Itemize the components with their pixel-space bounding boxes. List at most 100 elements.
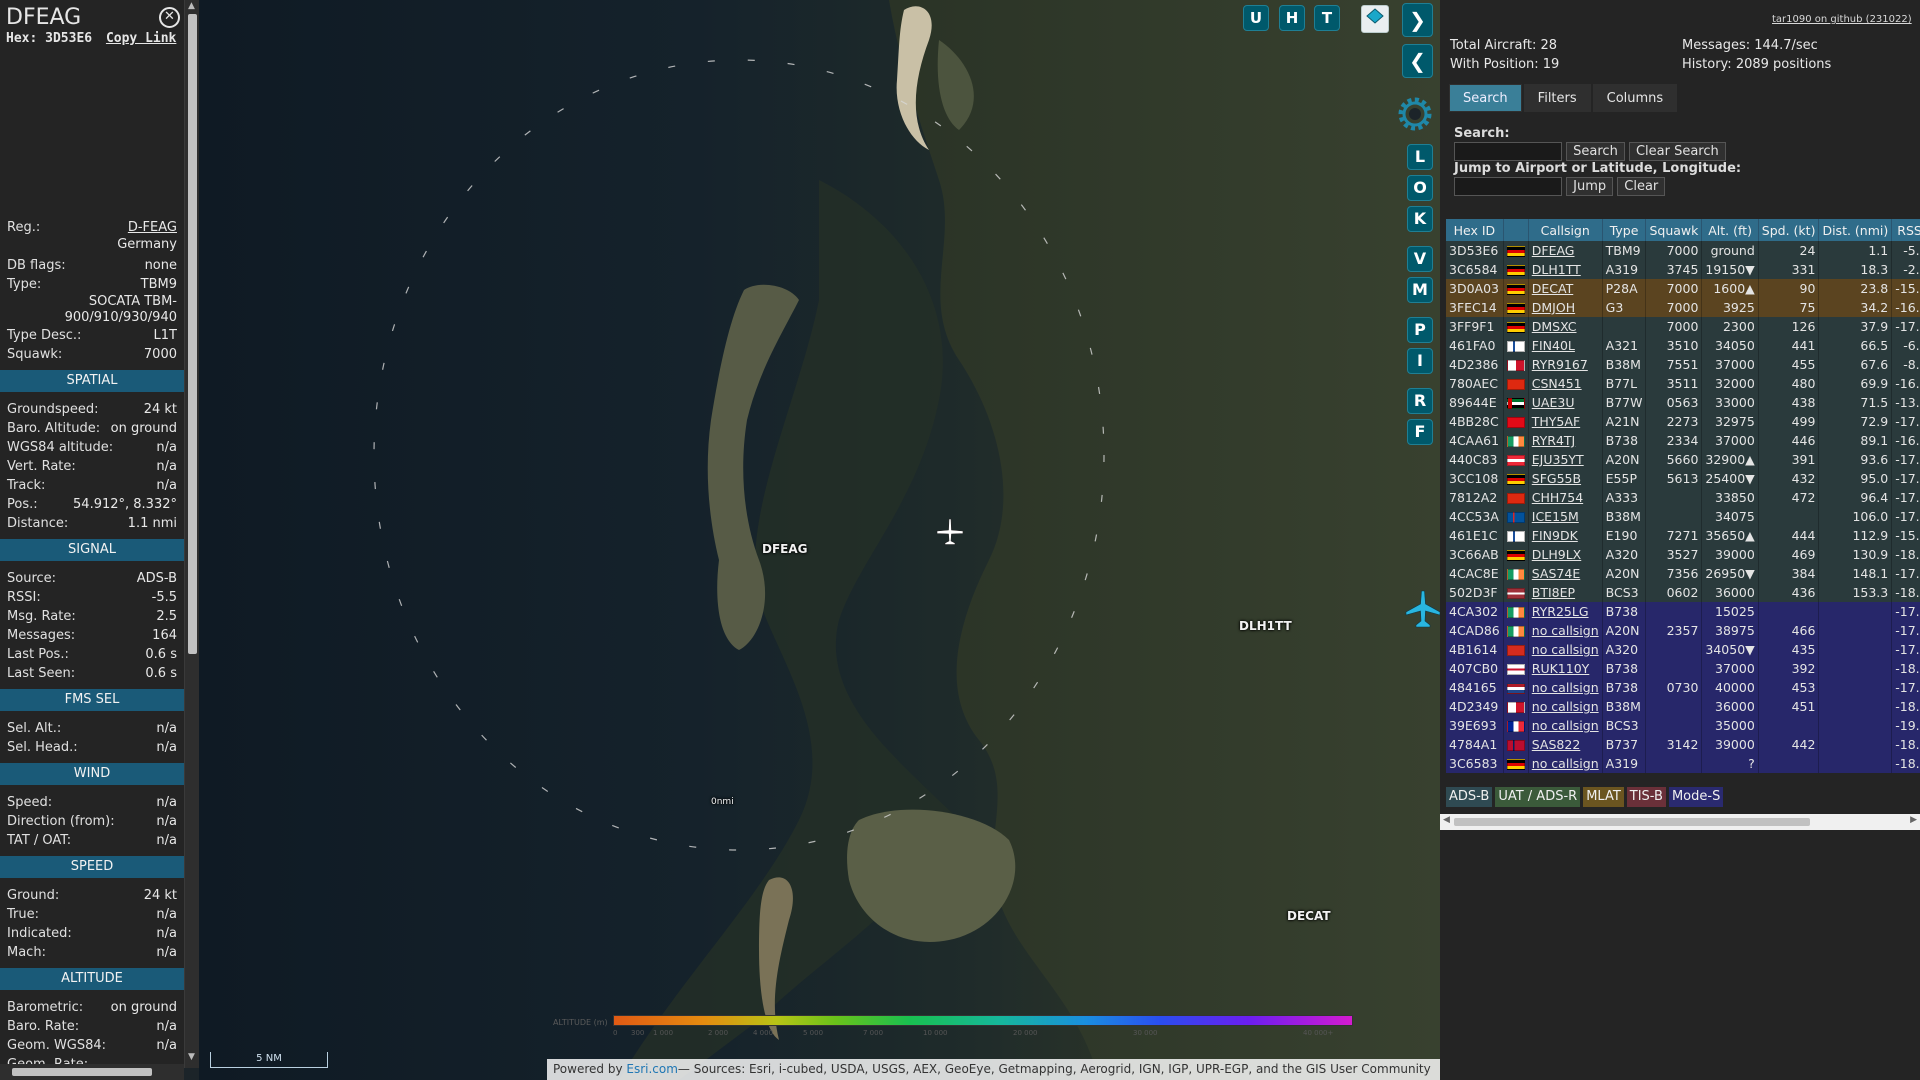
- callsign-cell[interactable]: RYR4TJ: [1528, 431, 1603, 450]
- callsign-cell[interactable]: no callsign: [1528, 697, 1603, 716]
- table-row[interactable]: 7812A2 CHH754A333 3385047296.4-17.8: [1446, 488, 1920, 507]
- column-header[interactable]: Type: [1602, 219, 1647, 241]
- callsign-cell[interactable]: DMSXC: [1528, 317, 1603, 336]
- scroll-up-icon[interactable]: ▲: [188, 1, 195, 11]
- table-row[interactable]: 89644E UAE3UB77W05633300043871.5-13.1: [1446, 393, 1920, 412]
- column-header[interactable]: Hex ID: [1446, 219, 1504, 241]
- esri-link[interactable]: Esri.com: [626, 1062, 678, 1076]
- callsign-cell[interactable]: SFG55B: [1528, 469, 1603, 488]
- callsign-cell[interactable]: SAS822: [1528, 735, 1603, 754]
- callsign-cell[interactable]: DECAT: [1528, 279, 1603, 298]
- aircraft-label[interactable]: DLH1TT: [1239, 619, 1292, 633]
- table-row[interactable]: 39E693 no callsignBCS3 35000 -19.5: [1446, 716, 1920, 735]
- scroll-down-icon[interactable]: ▼: [188, 1052, 195, 1062]
- column-header[interactable]: Callsign: [1528, 219, 1603, 241]
- column-header[interactable]: Spd. (kt): [1758, 219, 1820, 241]
- column-header[interactable]: [1503, 219, 1529, 241]
- table-row[interactable]: 780AEC CSN451B77L35113200048069.9-16.9: [1446, 374, 1920, 393]
- toggle-u-button[interactable]: U: [1243, 5, 1269, 31]
- toggle-i-button[interactable]: I: [1407, 348, 1433, 374]
- scroll-thumb[interactable]: [188, 14, 197, 654]
- aircraft-label[interactable]: DECAT: [1287, 909, 1331, 923]
- search-button[interactable]: Search: [1566, 142, 1625, 161]
- toggle-o-button[interactable]: O: [1407, 175, 1433, 201]
- sidebar-prev-button[interactable]: ❮: [1402, 44, 1433, 78]
- toggle-p-button[interactable]: P: [1407, 317, 1433, 343]
- layers-button[interactable]: [1361, 5, 1389, 33]
- table-row[interactable]: 3FEC14 DMJOHG3700039257534.2-16.5: [1446, 298, 1920, 317]
- callsign-cell[interactable]: FIN40L: [1528, 336, 1603, 355]
- table-row[interactable]: 4D2349 no callsignB38M 36000451 -18.0: [1446, 697, 1920, 716]
- callsign-cell[interactable]: DFEAG: [1528, 241, 1603, 260]
- table-row[interactable]: 3D0A03 DECATP28A70001600▲9023.8-15.9: [1446, 279, 1920, 298]
- close-icon[interactable]: ✕: [159, 7, 180, 28]
- column-header[interactable]: RSSI: [1891, 219, 1920, 241]
- callsign-cell[interactable]: DLH1TT: [1528, 260, 1603, 279]
- gear-icon[interactable]: [1393, 92, 1437, 136]
- table-row[interactable]: 4CC53A ICE15MB38M 34075 106.0-17.0: [1446, 507, 1920, 526]
- table-row[interactable]: 440C83 EJU35YTA20N566032900▲39193.6-17.6: [1446, 450, 1920, 469]
- callsign-cell[interactable]: no callsign: [1528, 621, 1603, 640]
- table-row[interactable]: 4CAD86 no callsignA20N235738975466 -17.7: [1446, 621, 1920, 640]
- table-row[interactable]: 4B1614 no callsignA320 34050▼435 -17.7: [1446, 640, 1920, 659]
- aircraft-label[interactable]: DFEAG: [762, 542, 808, 556]
- copy-link[interactable]: Copy Link: [106, 31, 176, 46]
- info-vertical-scrollbar[interactable]: ▲ ▼: [184, 0, 199, 1068]
- table-row[interactable]: 4784A1 SAS822B737314239000442 -18.4: [1446, 735, 1920, 754]
- callsign-cell[interactable]: no callsign: [1528, 754, 1603, 773]
- table-row[interactable]: 4D2386 RYR9167B38M75513700045567.6-8.9: [1446, 355, 1920, 374]
- table-row[interactable]: 3FF9F1 DMSXC 7000230012637.9-17.2: [1446, 317, 1920, 336]
- tab-search[interactable]: Search: [1449, 84, 1522, 112]
- table-row[interactable]: 3C66AB DLH9LXA320352739000469130.9-18.5: [1446, 545, 1920, 564]
- github-link[interactable]: tar1090 on github (231022): [1772, 14, 1912, 25]
- callsign-cell[interactable]: THY5AF: [1528, 412, 1603, 431]
- callsign-cell[interactable]: RYR9167: [1528, 355, 1603, 374]
- callsign-cell[interactable]: EJU35YT: [1528, 450, 1603, 469]
- callsign-cell[interactable]: DLH9LX: [1528, 545, 1603, 564]
- table-row[interactable]: 3C6583 no callsignA319? -18.0: [1446, 754, 1920, 773]
- clear-search-button[interactable]: Clear Search: [1628, 142, 1726, 161]
- toggle-k-button[interactable]: K: [1407, 206, 1433, 232]
- info-horizontal-scrollbar[interactable]: [0, 1064, 184, 1080]
- table-row[interactable]: 3D53E6 DFEAGTBM97000ground241.1-5.5: [1446, 241, 1920, 260]
- map[interactable]: DFEAG DLH1TT DECAT 0nmi U H T ❯ ◀▶ ❮ L O…: [199, 0, 1440, 1080]
- search-input[interactable]: [1454, 142, 1562, 161]
- scroll-thumb[interactable]: [1454, 818, 1810, 826]
- jump-input[interactable]: [1454, 177, 1562, 196]
- table-row[interactable]: 4BB28C THY5AFA21N22733297549972.9-17.4: [1446, 412, 1920, 431]
- callsign-cell[interactable]: no callsign: [1528, 678, 1603, 697]
- callsign-cell[interactable]: RYR25LG: [1528, 602, 1603, 621]
- callsign-cell[interactable]: no callsign: [1528, 716, 1603, 735]
- clear-button[interactable]: Clear: [1617, 177, 1666, 196]
- column-header[interactable]: Alt. (ft): [1701, 219, 1759, 241]
- callsign-cell[interactable]: CSN451: [1528, 374, 1603, 393]
- table-row[interactable]: 461FA0 FIN40LA32135103405044166.5-6.1: [1446, 336, 1920, 355]
- tab-filters[interactable]: Filters: [1523, 84, 1591, 112]
- callsign-cell[interactable]: CHH754: [1528, 488, 1603, 507]
- table-row[interactable]: 407CB0 RUK110YB738 37000392 -18.8: [1446, 659, 1920, 678]
- table-row[interactable]: 502D3F BTI8EPBCS3060236000436153.3-18.4: [1446, 583, 1920, 602]
- column-header[interactable]: Dist. (nmi): [1818, 219, 1893, 241]
- tab-columns[interactable]: Columns: [1592, 84, 1678, 112]
- callsign-cell[interactable]: RUK110Y: [1528, 659, 1603, 678]
- table-row[interactable]: 3CC108 SFG55BE55P561325400▼43295.0-17.2: [1446, 469, 1920, 488]
- table-row[interactable]: 461E1C FIN9DKE190727135650▲444112.9-15.4: [1446, 526, 1920, 545]
- toggle-f-button[interactable]: F: [1407, 419, 1433, 445]
- callsign-cell[interactable]: UAE3U: [1528, 393, 1603, 412]
- scroll-thumb[interactable]: [12, 1068, 152, 1076]
- callsign-cell[interactable]: SAS74E: [1528, 564, 1603, 583]
- scroll-right-icon[interactable]: ▶: [1910, 815, 1917, 825]
- table-row[interactable]: 4CA302 RYR25LGB738 15025 -17.2: [1446, 602, 1920, 621]
- scroll-left-icon[interactable]: ◀: [1443, 815, 1450, 825]
- toggle-h-button[interactable]: H: [1279, 5, 1305, 31]
- table-row[interactable]: 3C6584 DLH1TTA319374519150▼33118.3-2.3: [1446, 260, 1920, 279]
- callsign-cell[interactable]: FIN9DK: [1528, 526, 1603, 545]
- callsign-cell[interactable]: DMJOH: [1528, 298, 1603, 317]
- toggle-m-button[interactable]: M: [1407, 277, 1433, 303]
- column-header[interactable]: Squawk: [1645, 219, 1703, 241]
- callsign-cell[interactable]: BTI8EP: [1528, 583, 1603, 602]
- toggle-l-button[interactable]: L: [1407, 144, 1433, 170]
- toggle-r-button[interactable]: R: [1407, 388, 1433, 414]
- table-row[interactable]: 484165 no callsignB738073040000453 -17.2: [1446, 678, 1920, 697]
- table-row[interactable]: 4CAC8E SAS74EA20N735626950▼384148.1-17.4: [1446, 564, 1920, 583]
